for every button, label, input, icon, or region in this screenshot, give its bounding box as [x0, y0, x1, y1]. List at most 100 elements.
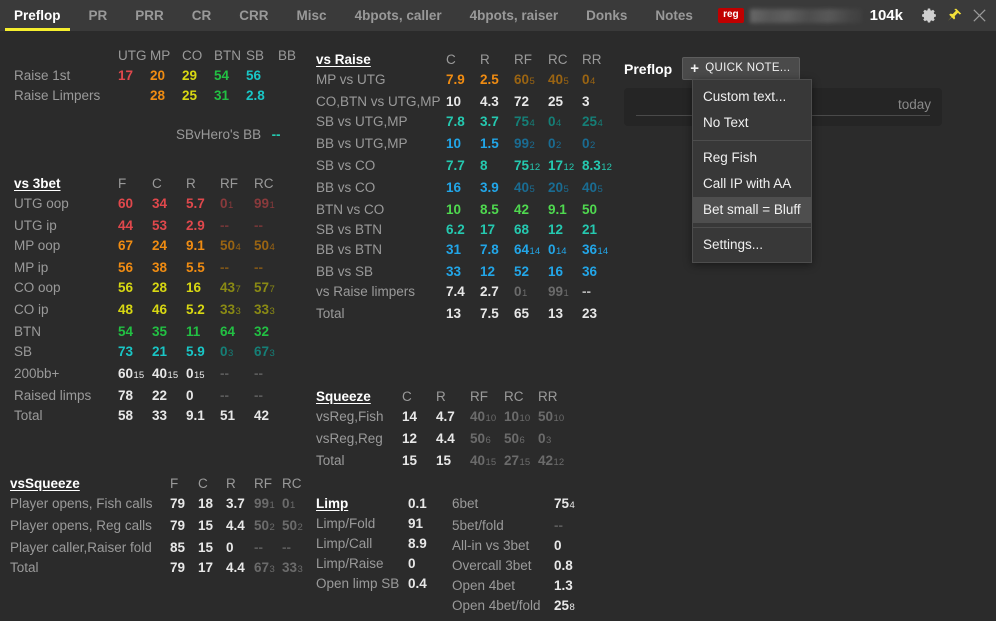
- stat-sample-size: 12: [553, 457, 565, 468]
- player-name-redacted: [749, 8, 862, 23]
- stat-value: 68: [514, 222, 530, 237]
- stat-value: 4212: [538, 453, 565, 468]
- stat-value: 12: [480, 264, 496, 279]
- tab-label: Notes: [655, 8, 693, 23]
- quick-note-label: QUICK NOTE...: [705, 62, 791, 74]
- stat-sample-size: 4: [235, 242, 241, 253]
- quick-note-button[interactable]: + QUICK NOTE...: [682, 57, 801, 80]
- column-header: BTN: [214, 48, 241, 63]
- stat-sample-size: 14: [597, 246, 609, 257]
- row-label: SB vs BTN: [316, 222, 383, 237]
- table-row: Limp/Call 8.9: [316, 534, 427, 554]
- stat-value: [278, 66, 310, 86]
- vs-raise-panel: vs Raise C R RF RC RR MP vs UTG 7.9 2.5 605 405 04 C…: [316, 50, 616, 324]
- tab-preflop[interactable]: Preflop: [0, 0, 75, 31]
- menu-item-label: Bet small = Bluff: [703, 202, 801, 217]
- table-row: Limp/Fold 91: [316, 514, 427, 534]
- table-row: Overcall 3bet 0.8: [452, 556, 575, 576]
- menu-item-settings[interactable]: Settings...: [693, 232, 811, 258]
- pin-icon[interactable]: [943, 5, 965, 27]
- tab-cr[interactable]: CR: [178, 0, 226, 31]
- table-row: CO oop 56 28 16 437 577: [14, 278, 288, 300]
- table-row: BTN vs CO 10 8.5 42 9.1 50: [316, 200, 616, 220]
- stat-sample-size: 7: [269, 284, 275, 295]
- stat-value: 28: [150, 88, 166, 103]
- tab-label: 4bpots, caller: [354, 8, 442, 23]
- tab-4bpots-raiser[interactable]: 4bpots, raiser: [456, 0, 573, 31]
- row-label: 200bb+: [14, 366, 60, 381]
- stat-value: 46: [152, 302, 168, 317]
- tab-prr[interactable]: PRR: [121, 0, 178, 31]
- misc-stats-panel: 6bet 754 5bet/fold -- All-in vs 3bet 0 Overcal…: [452, 494, 575, 618]
- stat-value: --: [254, 218, 263, 233]
- stat-sample-size: 5: [563, 184, 569, 195]
- stat-sample-size: 5: [597, 184, 603, 195]
- table-row: 200bb+ 6015 4015 015 -- --: [14, 364, 288, 386]
- pin-glyph: [947, 8, 961, 21]
- stat-value: 11: [186, 324, 201, 339]
- stat-sample-size: 15: [485, 457, 497, 468]
- stat-sample-size: 6: [485, 435, 491, 446]
- tab-bar: Preflop PR PRR CR CRR Misc 4bpots, caller 4bpot…: [0, 0, 996, 31]
- stat-value: 23: [582, 306, 598, 321]
- table-row: BB vs CO 16 3.9 405 205 405: [316, 178, 616, 200]
- stat-sample-size: 5: [563, 76, 569, 87]
- tab-donks[interactable]: Donks: [572, 0, 641, 31]
- tab-misc[interactable]: Misc: [283, 0, 341, 31]
- stat-value: 54: [118, 324, 134, 339]
- column-header: RF: [220, 176, 238, 191]
- stat-sample-size: 14: [529, 246, 541, 257]
- stat-sample-size: 2: [529, 140, 535, 151]
- stat-value: 18: [198, 496, 214, 511]
- table-row: vs Raise limpers 7.4 2.7 01 991 --: [316, 282, 616, 304]
- row-label: BB vs CO: [316, 180, 376, 195]
- menu-item-reg-fish[interactable]: Reg Fish: [693, 145, 811, 171]
- column-header: RC: [504, 389, 524, 404]
- stat-value: 4.7: [436, 409, 455, 424]
- table-row: Player opens, Fish calls 79 18 3.7 991 01: [10, 494, 310, 516]
- row-label: MP oop: [14, 238, 61, 253]
- stat-value: 02: [582, 136, 596, 151]
- column-header: RC: [254, 176, 274, 191]
- stat-sample-size: 4: [569, 500, 575, 511]
- tab-pr[interactable]: PR: [75, 0, 122, 31]
- stat-value: 21: [152, 344, 168, 359]
- stat-sample-size: 2: [269, 522, 275, 533]
- column-header: R: [436, 389, 446, 404]
- stat-value: 5010: [538, 409, 565, 424]
- menu-item-custom-text[interactable]: Custom text...: [693, 84, 811, 110]
- gear-icon[interactable]: [918, 5, 940, 27]
- stat-value: --: [254, 260, 263, 275]
- stat-value: 22: [152, 388, 168, 403]
- vs-raise-table: vs Raise C R RF RC RR MP vs UTG 7.9 2.5 605 405 04 C…: [316, 50, 616, 324]
- table-title: vsSqueeze: [10, 476, 80, 491]
- stat-value: 754: [514, 114, 535, 129]
- tab-4bpots-caller[interactable]: 4bpots, caller: [341, 0, 456, 31]
- row-label: CO,BTN vs UTG,MP: [316, 94, 441, 109]
- stat-value: 24: [152, 238, 168, 253]
- menu-item-call-ip-with-aa[interactable]: Call IP with AA: [693, 171, 811, 197]
- stat-sample-size: 4: [529, 118, 535, 129]
- tab-notes[interactable]: Notes: [641, 0, 707, 31]
- stat-value: 53: [152, 218, 168, 233]
- stat-value: 3.9: [480, 180, 499, 195]
- stat-value: 5.9: [186, 344, 205, 359]
- stat-sample-size: 15: [194, 370, 205, 381]
- stat-value: 254: [582, 114, 603, 129]
- stat-value: 7512: [514, 158, 541, 173]
- menu-item-bet-small-bluff[interactable]: Bet small = Bluff: [693, 197, 811, 223]
- table-row: Total 79 17 4.4 673 333: [10, 558, 310, 580]
- quick-note-menu: Custom text... No Text Reg Fish Call IP wit…: [692, 79, 812, 263]
- close-icon[interactable]: [968, 5, 990, 27]
- menu-item-no-text[interactable]: No Text: [693, 110, 811, 136]
- stat-value: 10: [446, 94, 462, 109]
- stat-value: 79: [170, 560, 186, 575]
- stat-sample-size: 1: [269, 200, 275, 211]
- tab-crr[interactable]: CRR: [225, 0, 282, 31]
- stat-sample-size: 15: [519, 457, 531, 468]
- row-label: BTN vs CO: [316, 202, 385, 217]
- table-header-row: vs Raise C R RF RC RR: [316, 50, 616, 70]
- stat-value: 1010: [504, 409, 531, 424]
- table-row: Open 4bet/fold 258: [452, 596, 575, 618]
- stat-value: 79: [170, 518, 186, 533]
